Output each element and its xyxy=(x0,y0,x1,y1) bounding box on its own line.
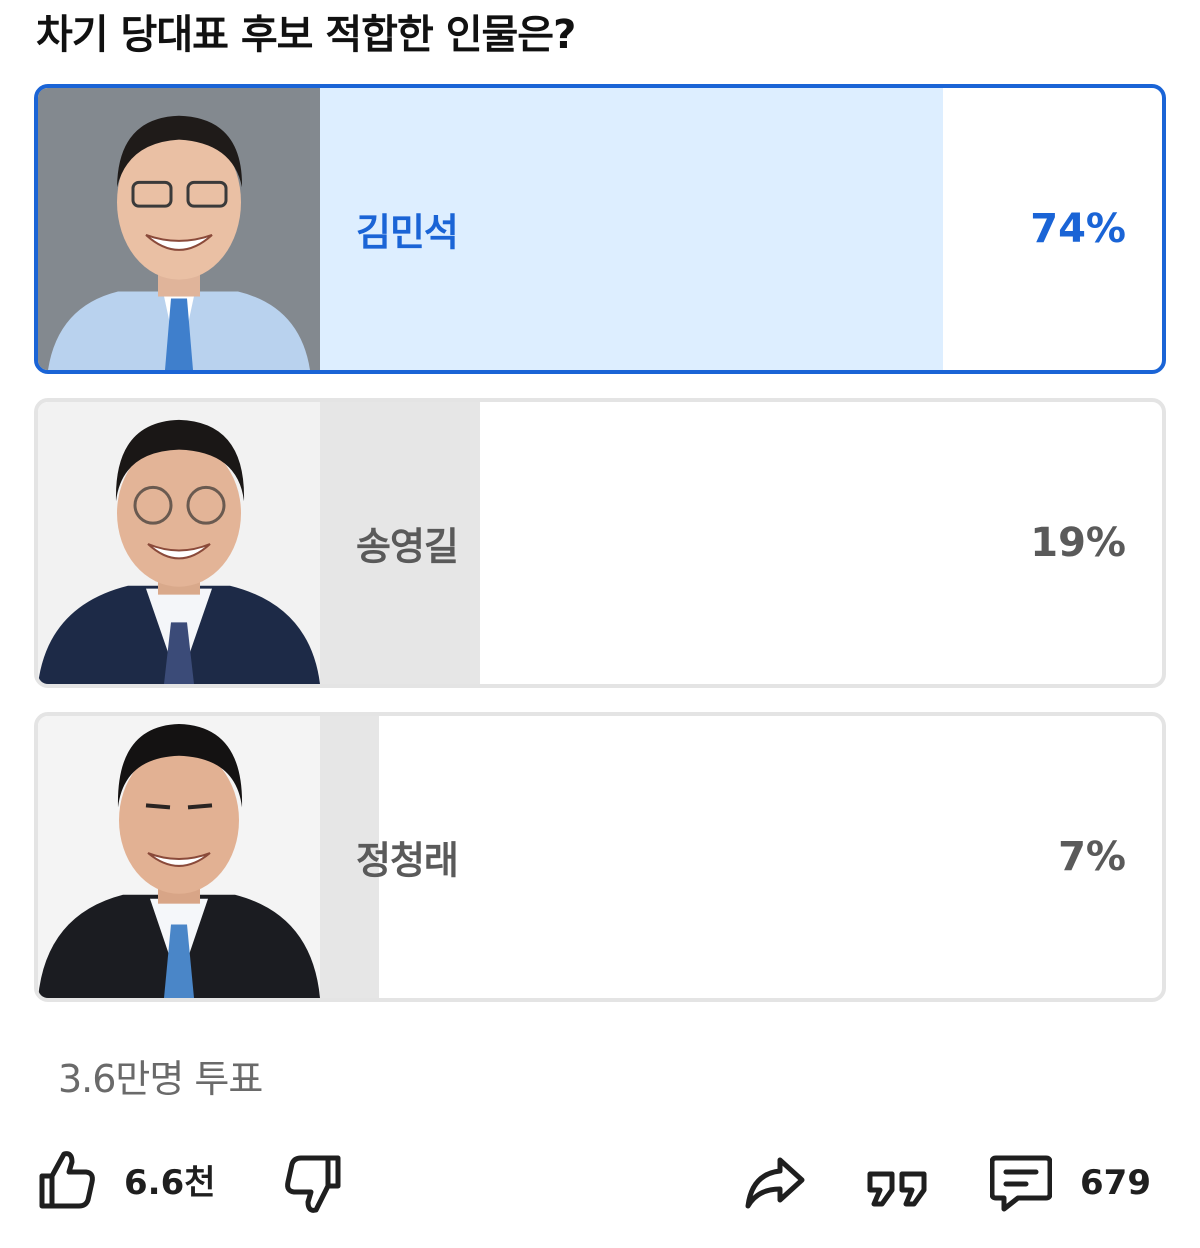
like-button[interactable]: 6.6천 xyxy=(38,1148,216,1210)
candidate-photo-2 xyxy=(38,402,320,684)
share-icon xyxy=(745,1157,805,1209)
poll-option-3[interactable]: 정청래 7% xyxy=(34,712,1166,1002)
candidate-photo-3 xyxy=(38,716,320,998)
option-percent-3: 7% xyxy=(1058,834,1126,880)
comment-button[interactable]: 679 xyxy=(990,1154,1151,1212)
dislike-button[interactable] xyxy=(284,1154,342,1216)
option-percent-2: 19% xyxy=(1030,520,1126,566)
option-percent-1: 74% xyxy=(1030,206,1126,252)
like-count: 6.6천 xyxy=(124,1162,216,1203)
poll-title: 차기 당대표 후보 적합한 인물은? xyxy=(36,12,576,58)
quote-button[interactable] xyxy=(866,1170,930,1208)
thumbs-down-icon xyxy=(285,1155,341,1213)
comment-icon xyxy=(990,1155,1052,1212)
option-name-3: 정청래 xyxy=(356,838,459,883)
poll-option-1[interactable]: 김민석 74% xyxy=(34,84,1166,374)
poll-option-2[interactable]: 송영길 19% xyxy=(34,398,1166,688)
poll-card: 차기 당대표 후보 적합한 인물은? 김민석 74% 송영길 19% 정청래 7… xyxy=(0,0,1200,1248)
quote-icon xyxy=(867,1171,927,1207)
thumbs-up-icon xyxy=(39,1151,95,1209)
option-name-2: 송영길 xyxy=(356,524,459,569)
option-name-1: 김민석 xyxy=(356,210,459,255)
vote-count: 3.6만명 투표 xyxy=(58,1057,263,1101)
action-bar: 6.6천 679 xyxy=(0,1140,1200,1230)
candidate-photo-1 xyxy=(38,88,320,370)
comment-count: 679 xyxy=(1080,1163,1151,1203)
share-button[interactable] xyxy=(744,1156,806,1212)
